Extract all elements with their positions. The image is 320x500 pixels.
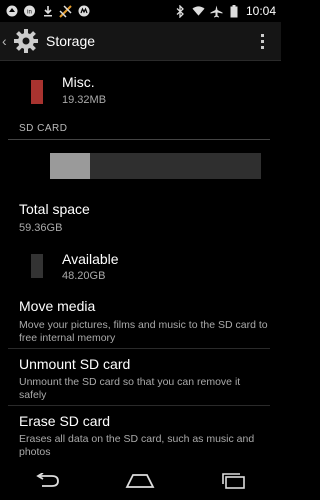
svg-text:in: in <box>27 10 32 16</box>
sd-usage-bar-fill <box>50 153 91 179</box>
settings-gear-icon[interactable] <box>12 27 40 55</box>
erase-title: Erase SD card <box>19 413 111 429</box>
overflow-menu-icon[interactable] <box>253 22 271 60</box>
total-space-value: 59.36GB <box>19 222 63 234</box>
recent-apps-button[interactable] <box>214 466 254 496</box>
available-label: Available <box>62 251 119 267</box>
navigation-bar <box>0 462 281 500</box>
clock-time: 10:04 <box>245 4 276 18</box>
bluetooth-icon <box>174 4 187 18</box>
misc-color-swatch <box>31 80 43 104</box>
list-divider <box>8 405 270 406</box>
unmount-summary: Unmount the SD card so that you can remo… <box>19 376 241 401</box>
up-navigation-caret[interactable]: ‹ <box>2 33 10 49</box>
move-media-summary: Move your pictures, films and music to t… <box>19 319 268 344</box>
airplane-mode-icon <box>210 5 223 18</box>
available-value: 48.20GB <box>62 270 106 282</box>
misc-size: 19.32MB <box>62 94 107 106</box>
back-icon <box>36 473 59 487</box>
notification-icons: in <box>0 4 90 18</box>
motorola-icon <box>77 5 90 18</box>
download-icon <box>41 5 54 18</box>
page-title: Storage <box>46 33 96 49</box>
app-notification-icon <box>5 5 18 18</box>
app-notification-icon-2: in <box>23 5 36 18</box>
sd-usage-bar <box>50 153 261 179</box>
action-bar: ‹ Storage <box>0 22 281 61</box>
battery-icon <box>228 4 241 18</box>
status-bar: in 10:04 <box>0 0 281 22</box>
misc-label: Misc. <box>62 74 95 90</box>
back-button[interactable] <box>27 466 67 496</box>
move-media-title: Move media <box>19 298 96 314</box>
available-color-swatch <box>31 254 43 278</box>
section-divider <box>8 139 270 140</box>
recent-apps-icon <box>222 473 245 489</box>
storage-content: Misc. 19.32MB SD CARD Total space 59.36G… <box>0 61 281 461</box>
system-icons: 10:04 <box>174 4 281 18</box>
home-button[interactable] <box>120 466 160 496</box>
erase-summary: Erases all data on the SD card, such as … <box>19 433 255 458</box>
wifi-icon <box>192 5 205 18</box>
sd-card-section-header: SD CARD <box>19 123 68 134</box>
list-divider <box>8 348 270 349</box>
photo-icon <box>59 4 72 18</box>
home-icon <box>126 474 155 488</box>
unmount-title: Unmount SD card <box>19 356 131 372</box>
total-space-label: Total space <box>19 201 90 217</box>
